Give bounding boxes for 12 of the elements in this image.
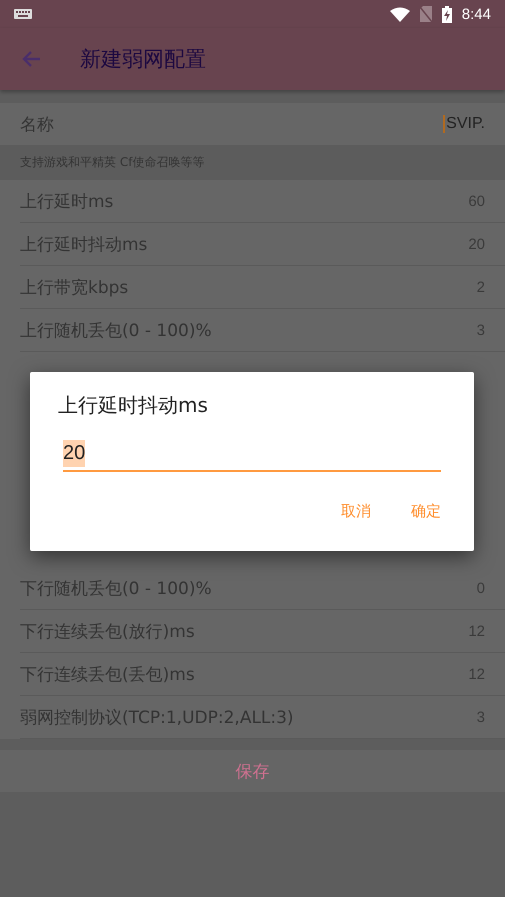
dialog-title: 上行延时抖动ms [58, 392, 209, 419]
status-time: 8:44 [462, 6, 491, 22]
screen-title: 新建弱网配置 [80, 46, 206, 73]
battery-charging-icon [442, 6, 452, 22]
wifi-icon [390, 6, 410, 22]
no-sim-icon [420, 6, 432, 22]
value-input-field[interactable]: 20 [63, 437, 441, 472]
name-input-field[interactable]: SVIP. [443, 115, 485, 133]
save-button[interactable]: 保存 [0, 750, 505, 792]
dialog-button[interactable]: 取消 [341, 502, 371, 521]
keyboard-icon [14, 9, 32, 19]
dialog-button[interactable]: 确定 [411, 502, 441, 521]
